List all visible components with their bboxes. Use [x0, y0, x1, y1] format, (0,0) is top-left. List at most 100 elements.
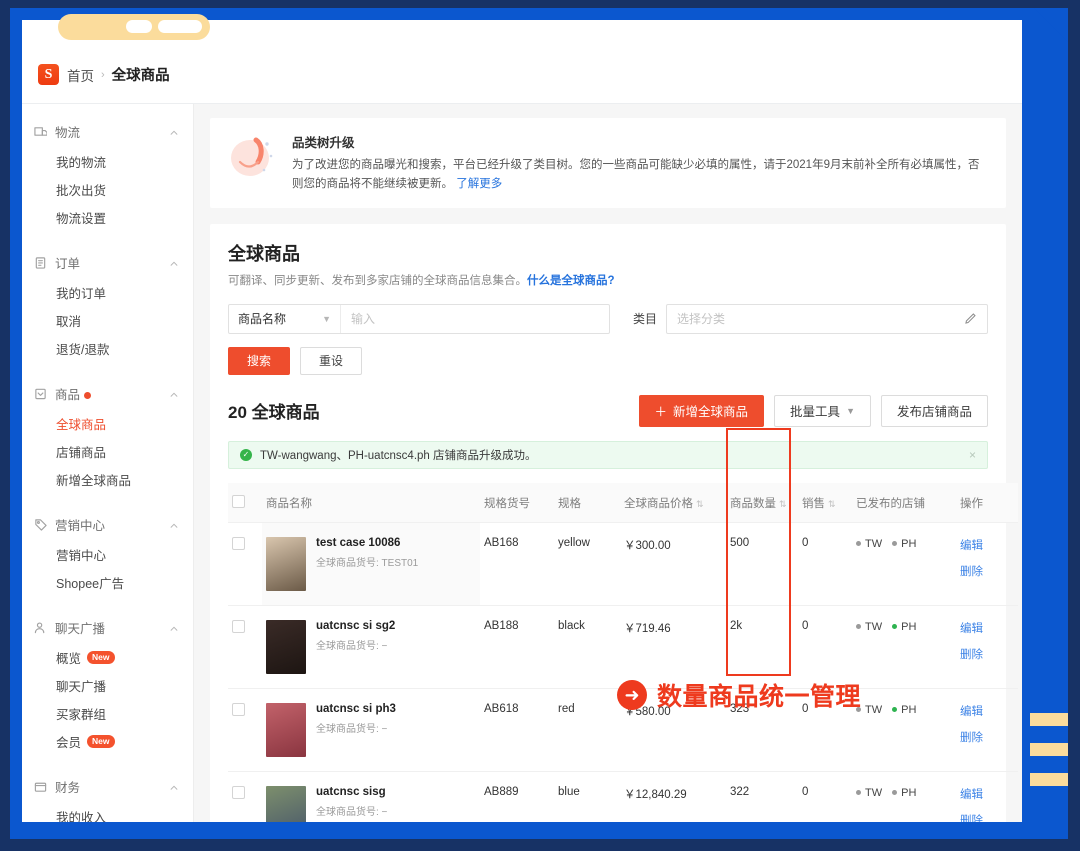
banner-learn-more-link[interactable]: 了解更多 — [456, 178, 502, 190]
sidebar-item-0-1[interactable]: 批次出货 — [22, 175, 193, 203]
col-header-qty[interactable]: 商品数量⇅ — [726, 483, 798, 523]
chevron-up-icon[interactable] — [169, 258, 179, 268]
sort-arrows-icon[interactable]: ⇅ — [828, 499, 835, 509]
product-name[interactable]: uatcnsc si ph3 — [316, 703, 396, 715]
sidebar-item-3-1[interactable]: Shopee广告 — [22, 568, 193, 596]
sort-arrows-icon[interactable]: ⇅ — [696, 499, 703, 509]
filter-row: 商品名称 ▼ 输入 类目 选择分类 — [228, 304, 988, 334]
sidebar-item-2-2[interactable]: 新增全球商品 — [22, 465, 193, 493]
row-sku-cell: AB188 — [480, 606, 554, 689]
col-header-spec: 规格 — [554, 483, 620, 523]
col-header-label: 规格货号 — [484, 498, 530, 510]
row-checkbox[interactable] — [232, 703, 245, 716]
row-checkbox[interactable] — [232, 620, 245, 633]
reset-button[interactable]: 重设 — [300, 347, 362, 375]
sidebar-item-1-0[interactable]: 我的订单 — [22, 278, 193, 306]
batch-tools-button[interactable]: 批量工具 ▼ — [774, 395, 871, 427]
sidebar-item-4-1[interactable]: 聊天广播 — [22, 671, 193, 699]
row-action-0[interactable]: 编辑 — [960, 537, 1014, 553]
wallet-icon — [34, 780, 47, 793]
row-action-1[interactable]: 删除 — [960, 812, 1014, 822]
row-spec-cell: black — [554, 606, 620, 689]
chevron-up-icon[interactable] — [169, 623, 179, 633]
product-name[interactable]: uatcnsc si sg2 — [316, 620, 395, 632]
sidebar-item-label: Shopee广告 — [56, 573, 124, 592]
chevron-up-icon[interactable] — [169, 782, 179, 792]
sidebar-group-header-2[interactable]: 商品 — [22, 378, 193, 409]
table-row: uatcnsc sisg全球商品货号: −AB889blue￥12,840.29… — [228, 772, 1018, 822]
publish-shop-products-button[interactable]: 发布店铺商品 — [881, 395, 988, 427]
search-field-select[interactable]: 商品名称 ▼ — [229, 305, 341, 333]
sidebar-item-0-0[interactable]: 我的物流 — [22, 147, 193, 175]
shop-tag-TW: TW — [856, 538, 882, 550]
sidebar-item-4-2[interactable]: 买家群组 — [22, 699, 193, 727]
what-is-global-product-link[interactable]: 什么是全球商品? — [527, 275, 615, 287]
sidebar-item-4-3[interactable]: 会员New — [22, 727, 193, 755]
chevron-up-icon[interactable] — [169, 127, 179, 137]
sidebar-group-header-3[interactable]: 营销中心 — [22, 509, 193, 540]
sidebar-group-header-4[interactable]: 聊天广播 — [22, 612, 193, 643]
select-all-checkbox[interactable] — [232, 495, 245, 508]
row-checkbox[interactable] — [232, 537, 245, 550]
sidebar-item-label: 我的物流 — [56, 152, 106, 171]
chevron-up-icon[interactable] — [169, 389, 179, 399]
product-name[interactable]: test case 10086 — [316, 537, 418, 549]
col-header-label: 商品名称 — [266, 498, 312, 510]
new-badge: New — [87, 651, 114, 664]
add-global-product-button[interactable]: ＋ 新增全球商品 — [639, 395, 765, 427]
success-alert: ✓ TW-wangwang、PH-uatcnsc4.ph 店铺商品升级成功。 × — [228, 441, 988, 469]
sidebar-item-label: 概览 — [56, 648, 81, 667]
sidebar-item-2-1[interactable]: 店铺商品 — [22, 437, 193, 465]
category-select-input[interactable]: 选择分类 — [666, 304, 988, 334]
product-name[interactable]: uatcnsc sisg — [316, 786, 387, 798]
search-button[interactable]: 搜索 — [228, 347, 290, 375]
sidebar-item-label: 我的订单 — [56, 283, 106, 302]
sidebar-group-header-0[interactable]: 物流 — [22, 116, 193, 147]
sidebar-gap — [22, 758, 193, 771]
row-actions-cell: 编辑删除 — [956, 523, 1018, 606]
col-header-check — [228, 483, 262, 523]
sidebar-item-1-2[interactable]: 退货/退款 — [22, 334, 193, 362]
close-icon[interactable]: × — [969, 448, 976, 462]
row-action-1[interactable]: 删除 — [960, 646, 1014, 662]
tab-pill-dash-1 — [126, 20, 152, 33]
sidebar-nav[interactable]: 物流我的物流批次出货物流设置订单我的订单取消退货/退款商品全球商品店铺商品新增全… — [22, 104, 194, 822]
sidebar-item-2-0[interactable]: 全球商品 — [22, 409, 193, 437]
truck-icon — [34, 125, 47, 138]
keyword-search-group[interactable]: 商品名称 ▼ 输入 — [228, 304, 610, 334]
sidebar-item-0-2[interactable]: 物流设置 — [22, 203, 193, 231]
table-row: test case 10086全球商品货号: TEST01AB168yellow… — [228, 523, 1018, 606]
row-action-0[interactable]: 编辑 — [960, 786, 1014, 802]
row-checkbox[interactable] — [232, 786, 245, 799]
sidebar-item-1-1[interactable]: 取消 — [22, 306, 193, 334]
col-header-sku: 规格货号 — [480, 483, 554, 523]
sort-arrows-icon[interactable]: ⇅ — [779, 499, 786, 509]
row-action-0[interactable]: 编辑 — [960, 703, 1014, 719]
toolbar-actions: ＋ 新增全球商品 批量工具 ▼ 发布店铺商品 — [639, 395, 988, 427]
sidebar-item-3-0[interactable]: 营销中心 — [22, 540, 193, 568]
row-checkbox-cell — [228, 689, 262, 772]
col-header-name: 商品名称 — [262, 483, 480, 523]
sidebar-item-label: 取消 — [56, 311, 81, 330]
row-quantity-cell: 322 — [726, 772, 798, 822]
sidebar-group-header-1[interactable]: 订单 — [22, 247, 193, 278]
banner-body-text: 为了改进您的商品曝光和搜索，平台已经升级了类目树。您的一些商品可能缺少必填的属性… — [292, 159, 979, 190]
col-header-sold[interactable]: 销售⇅ — [798, 483, 852, 523]
table-body: test case 10086全球商品货号: TEST01AB168yellow… — [228, 523, 1018, 822]
pencil-icon[interactable] — [964, 312, 977, 325]
row-product-cell: test case 10086全球商品货号: TEST01 — [262, 523, 480, 606]
chevron-up-icon[interactable] — [169, 520, 179, 530]
row-product-cell: uatcnsc si sg2全球商品货号: − — [262, 606, 480, 689]
sidebar-item-5-0[interactable]: 我的收入 — [22, 802, 193, 822]
row-action-0[interactable]: 编辑 — [960, 620, 1014, 636]
search-keyword-input[interactable]: 输入 — [341, 305, 609, 333]
sidebar-group-header-5[interactable]: 财务 — [22, 771, 193, 802]
breadcrumb-home-link[interactable]: 首页 — [67, 65, 94, 85]
row-action-1[interactable]: 删除 — [960, 729, 1014, 745]
row-action-1[interactable]: 删除 — [960, 563, 1014, 579]
success-alert-message: TW-wangwang、PH-uatcnsc4.ph 店铺商品升级成功。 — [260, 447, 537, 463]
filter-buttons: 搜索 重设 — [228, 347, 988, 391]
sidebar-group-4: 聊天广播概览New聊天广播买家群组会员New — [22, 612, 193, 755]
col-header-price[interactable]: 全球商品价格⇅ — [620, 483, 726, 523]
sidebar-item-4-0[interactable]: 概览 New — [22, 643, 193, 671]
